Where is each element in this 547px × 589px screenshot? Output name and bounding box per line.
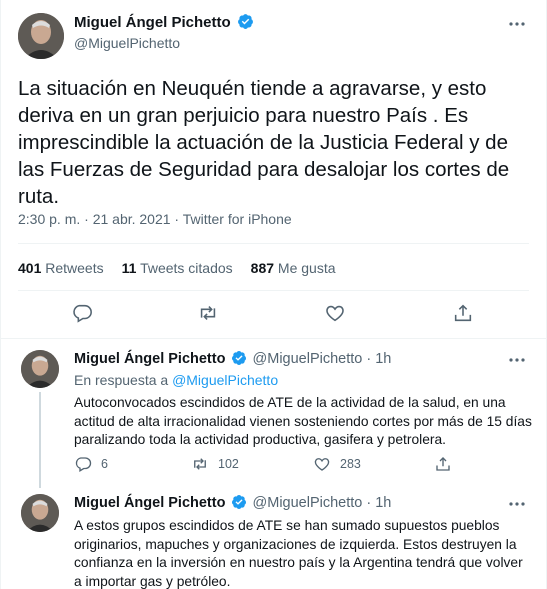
retweets-stat[interactable]: 401 Retweets	[18, 260, 104, 276]
likes-label: Me gusta	[277, 260, 336, 276]
retweet-icon	[194, 458, 206, 470]
retweets-label: Retweets	[45, 260, 104, 276]
likes-count: 887	[250, 260, 275, 276]
reply-header: Miguel Ángel Pichetto @MiguelPichetto · …	[74, 350, 391, 367]
author-handle[interactable]: @MiguelPichetto	[74, 35, 180, 51]
reply-time[interactable]: · 1h	[366, 351, 391, 367]
like-count: 283	[340, 457, 361, 471]
reply-action-bar: 6 102 283	[74, 455, 514, 475]
author-handle[interactable]: @MiguelPichetto	[253, 495, 363, 511]
tweet-timestamp[interactable]: 2:30 p. m. · 21 abr. 2021 · Twitter for …	[18, 211, 292, 227]
author-name[interactable]: Miguel Ángel Pichetto	[74, 351, 225, 367]
divider	[18, 243, 529, 244]
more-dots-icon[interactable]	[507, 14, 527, 34]
retweets-count: 401	[18, 260, 42, 276]
thread-connector-line	[39, 392, 41, 488]
more-dots-icon[interactable]	[507, 350, 527, 370]
replying-to: En respuesta a @MiguelPichetto	[74, 372, 278, 388]
reply-text: Autoconvocados escindidos de ATE de la a…	[74, 395, 532, 447]
reply-button[interactable]: 6	[74, 455, 108, 473]
reply-count: 6	[101, 457, 108, 471]
quotes-count: 11	[121, 260, 137, 276]
author-name[interactable]: Miguel Ángel Pichetto	[74, 14, 231, 31]
verified-badge-icon	[237, 13, 254, 30]
author-handle[interactable]: @MiguelPichetto	[253, 351, 363, 367]
divider	[18, 290, 529, 291]
author-name-line[interactable]: Miguel Ángel Pichetto	[74, 13, 254, 31]
quotes-stat[interactable]: 11 Tweets citados	[122, 260, 233, 276]
share-icon[interactable]	[452, 302, 474, 324]
share-icon	[436, 457, 450, 471]
reply-header: Miguel Ángel Pichetto @MiguelPichetto · …	[74, 494, 391, 511]
likes-stat[interactable]: 887 Me gusta	[251, 260, 336, 276]
more-dots-icon[interactable]	[507, 494, 527, 514]
reply-icon	[75, 457, 92, 472]
heart-icon[interactable]	[324, 302, 346, 324]
tweet-action-bar	[1, 302, 547, 326]
quotes-label: Tweets citados	[140, 260, 233, 276]
section-divider	[1, 338, 547, 339]
share-button[interactable]	[434, 455, 452, 473]
avatar[interactable]	[18, 13, 64, 59]
verified-badge-icon	[231, 494, 248, 511]
tweet-text: La situación en Neuquén tiende a agravar…	[18, 77, 510, 208]
retweet-icon[interactable]	[197, 302, 219, 324]
avatar[interactable]	[21, 350, 59, 388]
retweet-button[interactable]: 102	[191, 455, 239, 473]
avatar[interactable]	[21, 494, 59, 532]
reply-time[interactable]: · 1h	[366, 495, 391, 511]
author-name[interactable]: Miguel Ángel Pichetto	[74, 495, 225, 511]
tweet-stats: 401 Retweets 11 Tweets citados 887 Me gu…	[18, 260, 336, 276]
heart-icon	[314, 458, 330, 471]
replying-to-handle[interactable]: @MiguelPichetto	[172, 372, 278, 388]
reply-icon[interactable]	[71, 302, 93, 324]
like-button[interactable]: 283	[313, 455, 361, 473]
verified-badge-icon	[231, 350, 248, 367]
replying-to-label: En respuesta a	[74, 372, 169, 388]
tweet-detail-view: Miguel Ángel Pichetto @MiguelPichetto La…	[0, 0, 547, 589]
reply-text: A estos grupos escindidos de ATE se han …	[74, 518, 523, 589]
retweet-count: 102	[218, 457, 239, 471]
